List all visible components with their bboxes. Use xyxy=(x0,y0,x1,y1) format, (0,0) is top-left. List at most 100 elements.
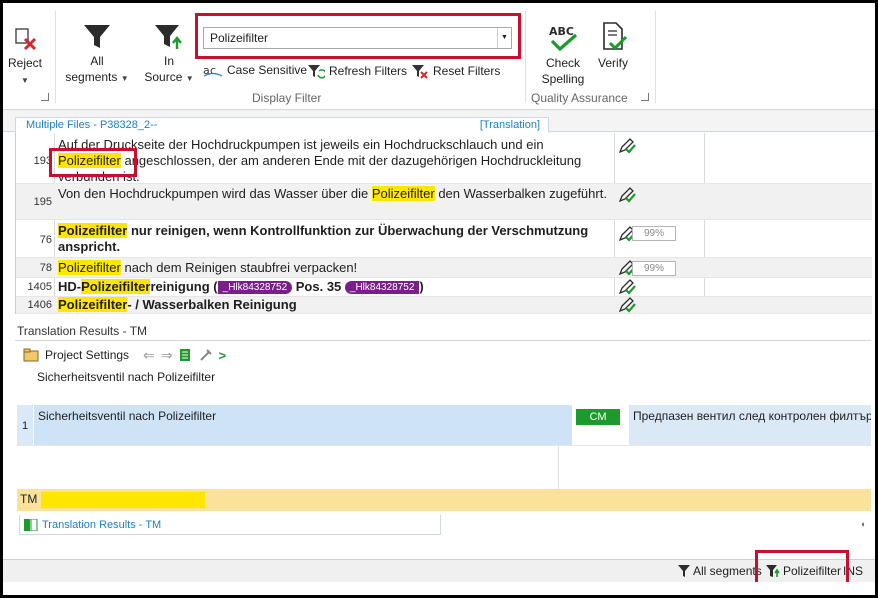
translation-result-row[interactable]: 1 Sicherheitsventil nach Polizeifilter C… xyxy=(17,405,871,445)
scroll-indicator-icon[interactable]: ◐ xyxy=(861,519,866,529)
segment-number: 193 xyxy=(33,155,52,167)
filter-match-highlight: Polizeifilter xyxy=(371,186,435,201)
project-settings-label[interactable]: Project Settings xyxy=(45,348,129,362)
translation-results-source: Sicherheitsventil nach Polizeifilter xyxy=(37,370,216,384)
segment-status xyxy=(618,279,638,298)
segment-source[interactable]: Polizeifilter nach dem Reinigen staubfre… xyxy=(58,260,610,276)
all-segments-line1: All xyxy=(90,54,104,68)
bottom-strip xyxy=(3,582,875,595)
apply-translation-icon[interactable] xyxy=(179,348,193,362)
translated-status-icon xyxy=(618,279,636,295)
segment-text: ) xyxy=(419,279,424,294)
verify-icon xyxy=(603,22,628,51)
status-all-segments[interactable]: All segments xyxy=(677,564,762,578)
highlight-box xyxy=(195,13,521,59)
group-separator xyxy=(525,11,526,103)
segment-source[interactable]: Auf der Druckseite der Hochdruckpumpen i… xyxy=(58,137,610,185)
segment-text: den Wasserbalken zugeführt. xyxy=(434,186,607,201)
segment-row[interactable]: 195 Von den Hochdruckpumpen wird das Was… xyxy=(16,184,872,220)
result-target: Предпазен вентил след контролен филтър xyxy=(629,405,871,445)
check-spelling-line2: Spelling xyxy=(541,72,585,86)
segment-row[interactable]: 1406 Polizeifilter- / Wasserbalken Reini… xyxy=(16,297,872,314)
segment-text: - / Wasserbalken Reinigung xyxy=(127,297,297,312)
segment-row[interactable]: 1405 HD-Polizeifilterreinigung (_Hlk8432… xyxy=(16,278,872,297)
check-spelling-line1: Check xyxy=(545,56,580,70)
segment-source[interactable]: HD-Polizeifilterreinigung (_Hlk84328752 … xyxy=(58,279,610,295)
group-separator xyxy=(655,11,656,103)
dialog-launcher-icon[interactable] xyxy=(41,93,49,101)
arrow-right-icon[interactable]: ⇒ xyxy=(161,347,173,364)
translation-results-tab-label: Translation Results - TM xyxy=(42,518,162,531)
all-segments-line2: segments xyxy=(65,70,118,84)
tm-highlight xyxy=(41,492,205,508)
tm-label: TM xyxy=(20,492,38,506)
reject-icon xyxy=(15,28,37,51)
result-empty-row xyxy=(17,445,871,490)
funnel-source-icon xyxy=(155,25,182,49)
translation-results-toolbar: Project Settings ⇐ ⇒ > xyxy=(15,343,871,367)
segment-text: nach dem Reinigen staubfrei verpacken! xyxy=(120,260,358,275)
segment-number: 78 xyxy=(39,262,52,274)
arrow-left-icon[interactable]: ⇐ xyxy=(143,347,155,364)
project-settings-icon[interactable] xyxy=(23,348,39,362)
segment-text: HD- xyxy=(58,279,82,294)
segment-text: nur reinigen, wenn Kontrollfunktion zur … xyxy=(58,223,589,254)
segment-source[interactable]: Polizeifilter- / Wasserbalken Reinigung xyxy=(58,297,610,313)
qa-group-label: Quality Assurance xyxy=(531,91,628,105)
result-number: 1 xyxy=(17,405,33,445)
segment-status xyxy=(618,297,638,316)
chevron-down-icon: ▼ xyxy=(120,74,129,83)
segment-row[interactable]: 76 Polizeifilter nur reinigen, wenn Kont… xyxy=(16,220,872,258)
translation-results-tab[interactable]: Translation Results - TM xyxy=(19,515,441,535)
verify-button[interactable]: Verify xyxy=(593,21,633,71)
segment-row[interactable]: 193 Auf der Druckseite der Hochdruckpump… xyxy=(16,133,872,184)
dialog-launcher-icon[interactable] xyxy=(641,93,649,101)
refresh-filter-icon xyxy=(308,65,325,79)
highlight-box xyxy=(49,148,137,177)
segment-status xyxy=(618,138,638,157)
segment-status xyxy=(618,187,638,206)
translation-results-title: Translation Results - TM xyxy=(15,321,871,341)
segment-source[interactable]: Von den Hochdruckpumpen wird das Wasser … xyxy=(58,186,610,202)
refresh-filters-button[interactable]: Refresh Filters xyxy=(307,63,407,79)
document-tab-name: Multiple Files - P38328_2-- xyxy=(26,119,158,131)
match-percent: 99% xyxy=(632,261,676,276)
tools-icon[interactable] xyxy=(199,348,213,362)
segment-number: 1405 xyxy=(27,281,52,293)
segment-number: 76 xyxy=(39,234,52,246)
reject-button[interactable]: Reject ▼ xyxy=(5,23,45,89)
chevron-down-icon: ▼ xyxy=(185,74,194,83)
document-tab[interactable]: Multiple Files - P38328_2-- [Translation… xyxy=(15,117,549,133)
group-separator xyxy=(55,11,56,103)
in-source-button[interactable]: In Source ▼ xyxy=(141,21,197,87)
app-window: Reject ▼ All segments ▼ In Source ▼ Poli… xyxy=(3,3,875,595)
filter-match-highlight: Polizeifilter xyxy=(58,223,128,238)
translation-results-icon xyxy=(24,518,38,531)
segment-source[interactable]: Polizeifilter nur reinigen, wenn Kontrol… xyxy=(58,223,610,255)
spellcheck-icon: ABC xyxy=(549,25,578,52)
filter-match-highlight: Polizeifilter xyxy=(58,260,121,275)
reset-filter-icon xyxy=(412,65,428,79)
segment-row[interactable]: 78 Polizeifilter nach dem Reinigen staub… xyxy=(16,258,872,278)
display-filter-group-label: Display Filter xyxy=(252,91,322,105)
context-match-badge: CM xyxy=(576,409,620,425)
funnel-icon xyxy=(84,25,110,48)
segment-text: Pos. 35 xyxy=(292,279,345,294)
chevron-right-icon[interactable]: > xyxy=(219,348,227,363)
all-segments-button[interactable]: All segments ▼ xyxy=(63,21,131,87)
segment-text: reinigung ( xyxy=(150,279,218,294)
tm-info-bar: TM xyxy=(17,489,871,511)
case-sensitive-label: Case Sensitive xyxy=(227,63,308,77)
segment-number: 1406 xyxy=(27,299,52,311)
reset-filters-label: Reset Filters xyxy=(433,64,501,78)
reset-filters-button[interactable]: Reset Filters xyxy=(411,63,500,79)
segment-grid: 193 Auf der Druckseite der Hochdruckpump… xyxy=(15,133,872,314)
case-sensitive-toggle[interactable]: a c Case Sensitive xyxy=(203,63,307,77)
svg-text:ABC: ABC xyxy=(549,25,574,38)
segment-text: Von den Hochdruckpumpen wird das Wasser … xyxy=(58,186,372,201)
result-source: Sicherheitsventil nach Polizeifilter xyxy=(34,405,572,445)
filter-match-highlight: Polizeifilter xyxy=(58,297,128,312)
chevron-down-icon: ▼ xyxy=(21,76,29,85)
grid-divider xyxy=(558,446,559,490)
check-spelling-button[interactable]: ABC Check Spelling xyxy=(537,23,589,87)
